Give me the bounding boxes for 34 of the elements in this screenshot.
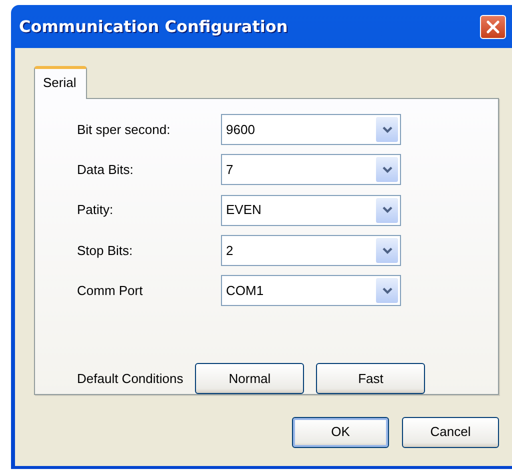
dropdown-field[interactable]: 2 [221,235,401,266]
dropdown-field[interactable]: COM1 [221,275,401,306]
field-value: COM1 [226,282,264,300]
ok-button[interactable]: OK [292,416,389,448]
field-value: 9600 [226,120,255,139]
dropdown-arrow-button[interactable] [376,157,398,182]
preset-button[interactable]: Normal [195,362,304,394]
dropdown-field[interactable]: 9600 [221,114,401,146]
preset-button[interactable]: Fast [316,362,426,394]
close-button[interactable] [480,14,506,38]
dropdown-arrow-button[interactable] [376,238,398,264]
section-label: Default Conditions [77,370,184,388]
field-label: Stop Bits: [77,242,134,260]
chevron-down-icon [382,246,392,255]
dropdown-arrow-button[interactable] [376,198,398,223]
field-value: 7 [226,161,234,180]
close-icon [485,18,501,34]
tab[interactable]: Serial [34,66,88,98]
dropdown-arrow-button[interactable] [376,278,398,304]
dropdown-field[interactable]: EVEN [221,194,401,226]
chevron-down-icon [382,206,392,214]
chevron-down-icon [382,126,392,134]
chevron-down-icon [382,166,392,174]
chevron-down-icon [382,286,392,295]
dropdown-arrow-button[interactable] [376,117,398,142]
field-value: EVEN [226,201,262,220]
dropdown-field[interactable]: 7 [221,154,401,186]
field-value: 2 [226,242,234,260]
field-label: Patity: [77,201,114,220]
field-label: Bit sper second: [77,120,172,139]
window-title: Communication Configuration [19,16,288,38]
cancel-button[interactable]: Cancel [402,416,499,448]
field-label: Comm Port [77,282,144,300]
field-label: Data Bits: [77,161,134,180]
